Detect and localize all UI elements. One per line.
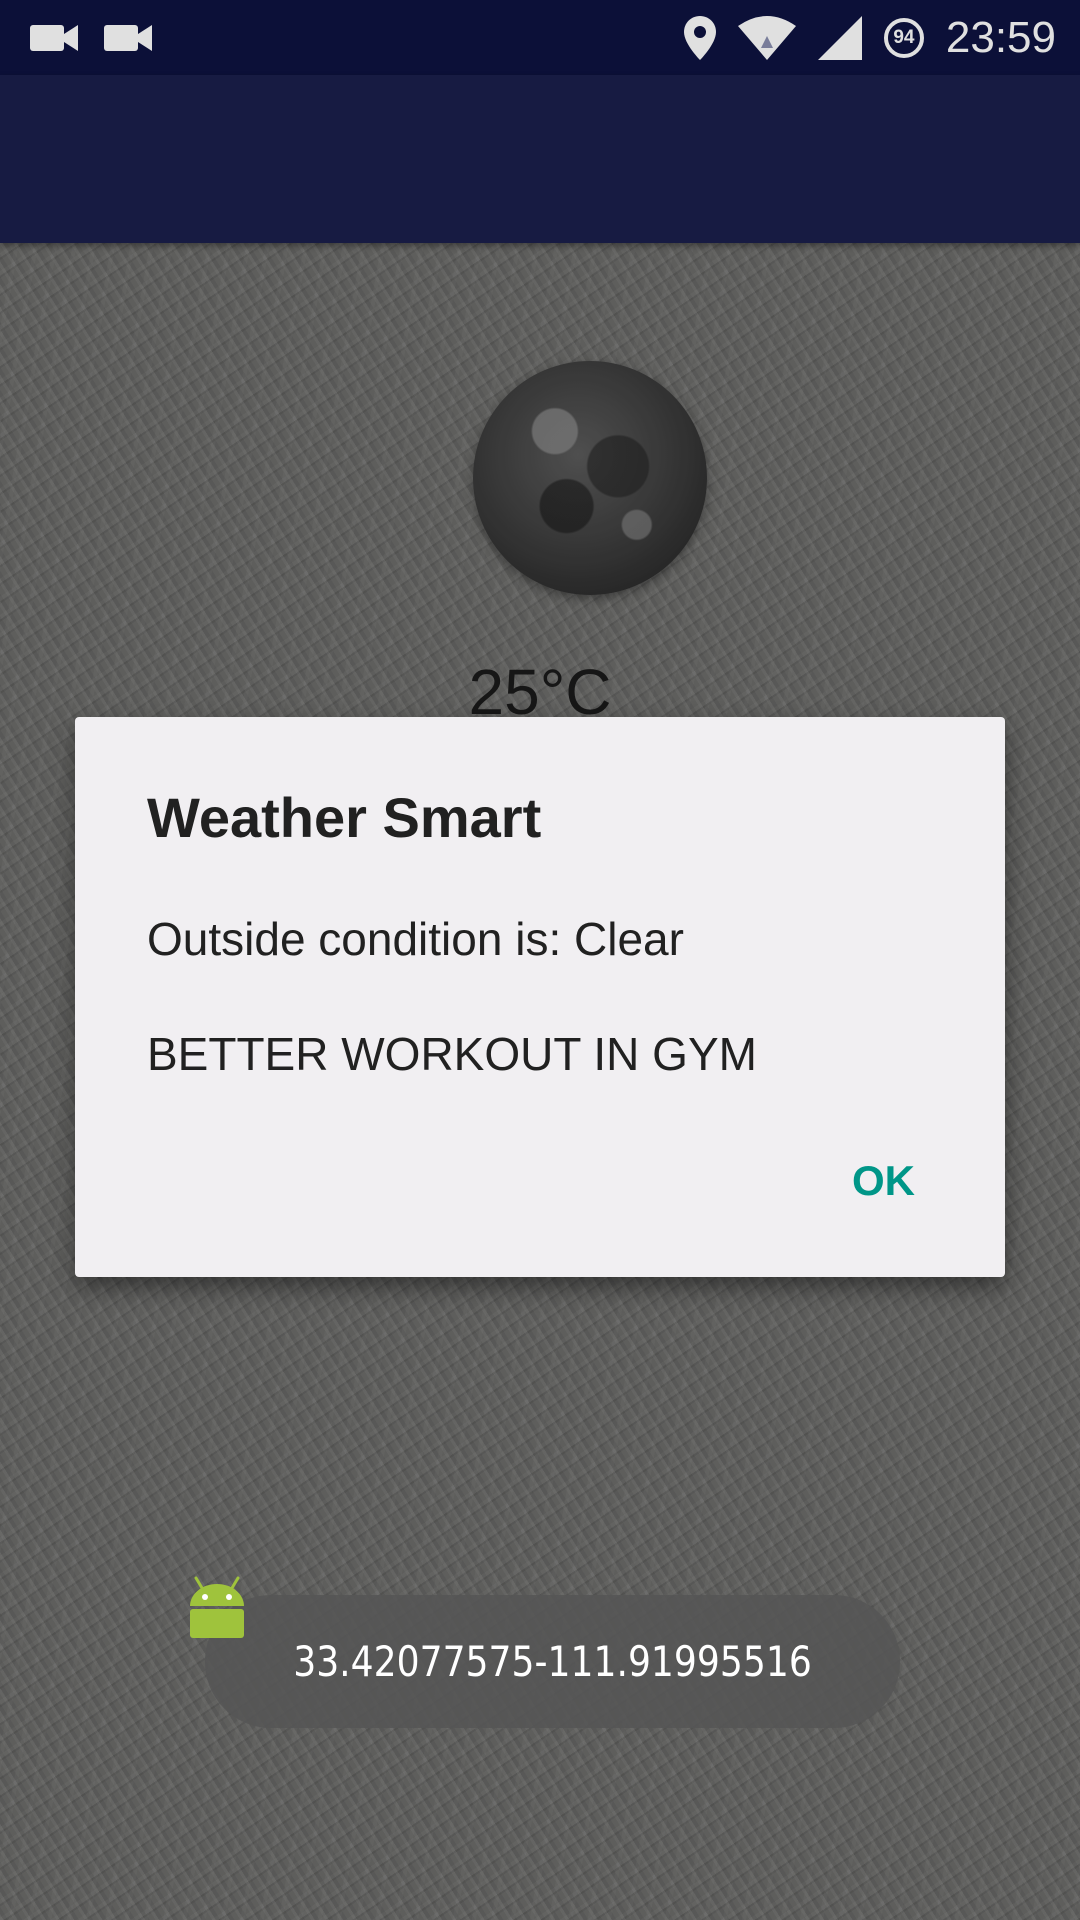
toast-text: 33.42077575-111.91995516 [293,1637,812,1686]
toast-message: 33.42077575-111.91995516 [205,1595,900,1728]
app-screen: 94 23:59 25°C Weather Smart Outside cond… [0,0,1080,1920]
dialog-title: Weather Smart [147,786,542,849]
dialog-advice-text: BETTER WORKOUT IN GYM [147,1028,757,1080]
dialog-condition-text: Outside condition is: Clear [147,913,684,965]
alert-dialog: Weather Smart Outside condition is: Clea… [75,717,1005,1277]
android-icon [190,1576,244,1638]
ok-button[interactable]: OK [852,1157,915,1205]
